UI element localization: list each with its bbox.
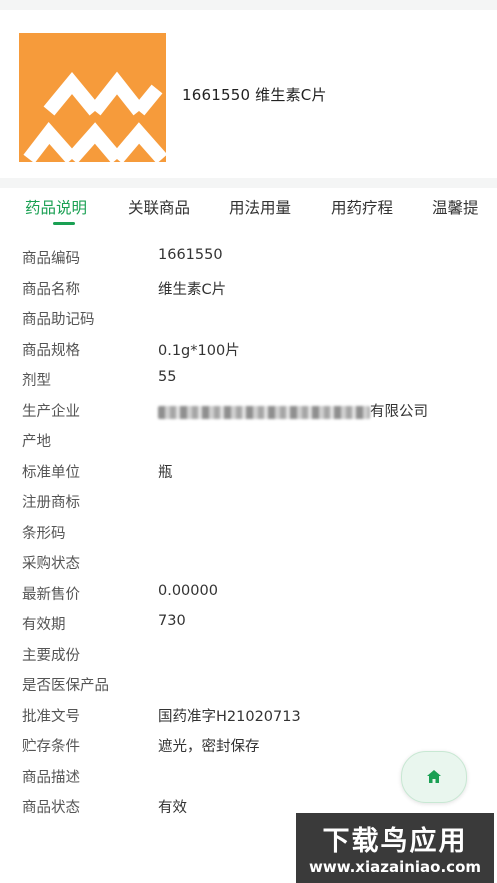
detail-label: 生产企业 bbox=[22, 404, 80, 420]
redacted-text bbox=[158, 405, 370, 419]
detail-value: 0.00000 bbox=[158, 583, 218, 599]
home-icon bbox=[427, 770, 441, 783]
tab-course-of-treatment[interactable]: 用药疗程 bbox=[331, 196, 393, 218]
detail-value: 国药准字H21020713 bbox=[158, 709, 301, 725]
detail-row-spec: 商品规格 0.1g*100片 bbox=[0, 339, 497, 369]
detail-label: 产地 bbox=[22, 434, 51, 450]
detail-value: 1661550 bbox=[158, 247, 223, 263]
tab-usage-dosage[interactable]: 用法用量 bbox=[229, 196, 291, 218]
product-thumbnail[interactable] bbox=[19, 33, 166, 162]
detail-label: 商品名称 bbox=[22, 282, 80, 298]
chevron-logo-icon bbox=[23, 71, 166, 162]
home-button[interactable] bbox=[401, 751, 467, 803]
detail-row-dosage-form: 剂型 55 bbox=[0, 369, 497, 399]
detail-value: 0.1g*100片 bbox=[158, 343, 240, 359]
detail-label: 批准文号 bbox=[22, 709, 80, 725]
detail-row-manufacturer: 生产企业 有限公司 bbox=[0, 400, 497, 430]
watermark-title: 下载鸟应用 bbox=[322, 826, 468, 857]
detail-row-trademark: 注册商标 bbox=[0, 491, 497, 521]
detail-value: 遮光，密封保存 bbox=[158, 739, 260, 755]
detail-row-approval-number: 批准文号 国药准字H21020713 bbox=[0, 705, 497, 735]
detail-label: 商品状态 bbox=[22, 800, 80, 816]
detail-row-insurance: 是否医保产品 bbox=[0, 674, 497, 704]
tab-drug-instructions[interactable]: 药品说明 bbox=[25, 196, 87, 218]
detail-label: 商品编码 bbox=[22, 251, 80, 267]
detail-row-code: 商品编码 1661550 bbox=[0, 247, 497, 277]
detail-label: 最新售价 bbox=[22, 587, 80, 603]
detail-row-shelf-life: 有效期 730 bbox=[0, 613, 497, 643]
detail-row-purchase-status: 采购状态 bbox=[0, 552, 497, 582]
detail-row-name: 商品名称 维生素C片 bbox=[0, 278, 497, 308]
detail-label: 剂型 bbox=[22, 373, 51, 389]
watermark-url: www.xiazainiao.com bbox=[308, 858, 482, 876]
detail-label: 标准单位 bbox=[22, 465, 80, 481]
detail-value: 瓶 bbox=[158, 465, 173, 481]
detail-value: 55 bbox=[158, 369, 177, 385]
tab-warm-tips[interactable]: 温馨提 bbox=[432, 196, 479, 218]
detail-label: 注册商标 bbox=[22, 495, 80, 511]
detail-value: 730 bbox=[158, 613, 186, 629]
tab-related-products[interactable]: 关联商品 bbox=[128, 196, 190, 218]
product-title: 1661550 维生素C片 bbox=[182, 86, 327, 104]
detail-row-origin: 产地 bbox=[0, 430, 497, 460]
watermark-badge: 下载鸟应用 www.xiazainiao.com bbox=[296, 813, 494, 883]
detail-label: 采购状态 bbox=[22, 556, 80, 572]
detail-row-barcode: 条形码 bbox=[0, 522, 497, 552]
detail-value: 维生素C片 bbox=[158, 282, 227, 298]
detail-label: 有效期 bbox=[22, 617, 66, 633]
detail-value: 有效 bbox=[158, 800, 187, 816]
detail-label: 商品助记码 bbox=[22, 312, 95, 328]
manufacturer-suffix: 有限公司 bbox=[370, 404, 428, 420]
detail-row-mnemonic: 商品助记码 bbox=[0, 308, 497, 338]
detail-row-ingredients: 主要成份 bbox=[0, 644, 497, 674]
detail-row-unit: 标准单位 瓶 bbox=[0, 461, 497, 491]
detail-label: 商品规格 bbox=[22, 343, 80, 359]
product-header-card: 1661550 维生素C片 bbox=[0, 10, 497, 178]
detail-value-manufacturer: 有限公司 bbox=[158, 400, 428, 421]
detail-label: 商品描述 bbox=[22, 770, 80, 786]
detail-label: 贮存条件 bbox=[22, 739, 80, 755]
detail-row-latest-price: 最新售价 0.00000 bbox=[0, 583, 497, 613]
detail-label: 条形码 bbox=[22, 526, 66, 542]
detail-label: 主要成份 bbox=[22, 648, 80, 664]
tab-bar: 药品说明 关联商品 用法用量 用药疗程 温馨提 bbox=[0, 188, 497, 228]
detail-label: 是否医保产品 bbox=[22, 678, 109, 694]
active-tab-indicator bbox=[53, 222, 75, 225]
